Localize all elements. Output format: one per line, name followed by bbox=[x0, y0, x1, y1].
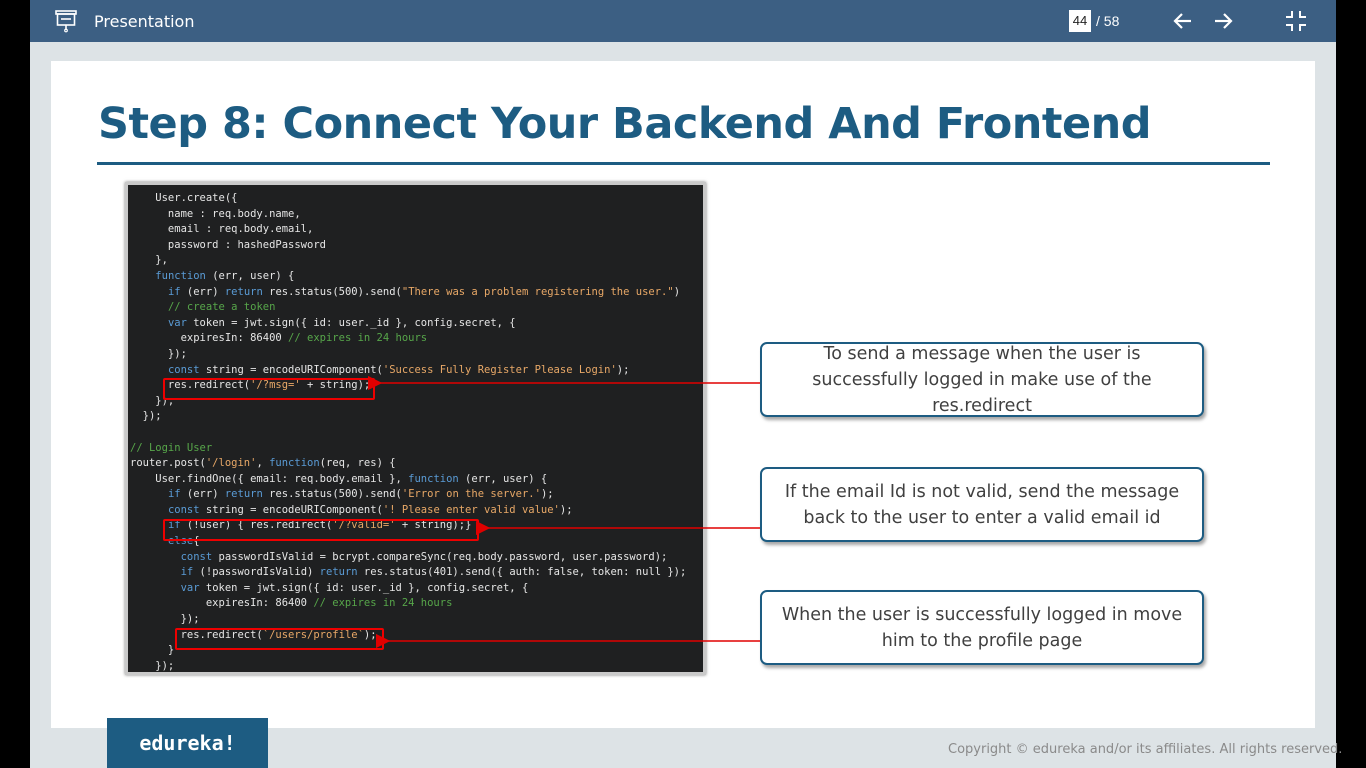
arrow-right-icon[interactable] bbox=[1210, 8, 1236, 34]
presentation-icon bbox=[55, 10, 77, 33]
callout-arrows bbox=[367, 375, 760, 649]
toolbar-title: Presentation bbox=[94, 12, 195, 31]
copyright-notice: Copyright © edureka and/or its affiliate… bbox=[948, 742, 1343, 757]
presentation-toolbar: Presentation 44 / 58 bbox=[30, 0, 1336, 42]
edureka-logo: edureka! bbox=[107, 718, 268, 768]
current-page-input[interactable]: 44 bbox=[1069, 10, 1091, 32]
slide: Step 8: Connect Your Backend And Fronten… bbox=[51, 61, 1315, 728]
exit-fullscreen-icon[interactable] bbox=[1283, 8, 1309, 34]
total-pages: / 58 bbox=[1096, 13, 1120, 29]
arrow-left-icon[interactable] bbox=[1170, 8, 1196, 34]
